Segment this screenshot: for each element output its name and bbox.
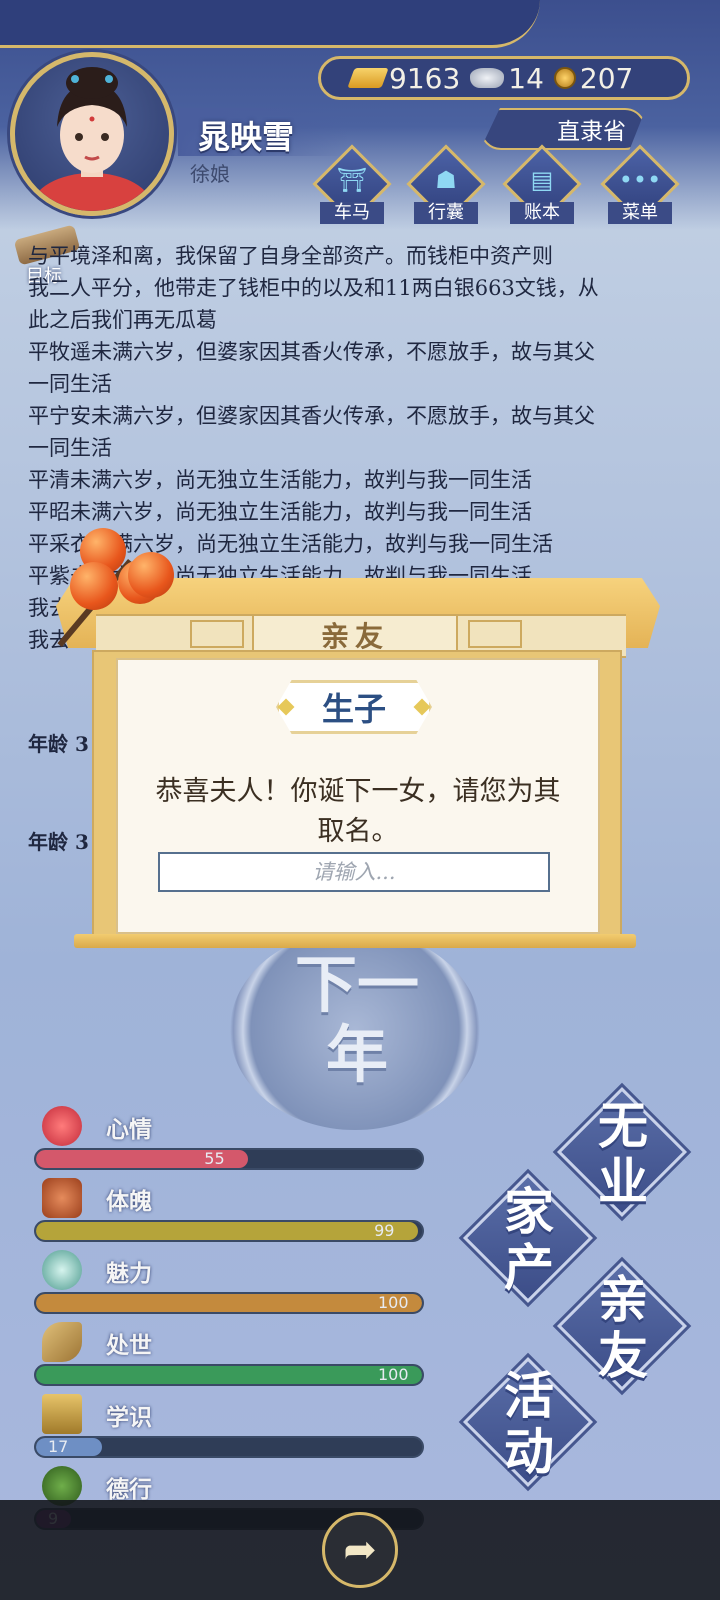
menu-bag-label: 行囊 <box>414 202 478 224</box>
books-icon <box>42 1394 82 1434</box>
stat-value: 100 <box>378 1365 409 1384</box>
character-title: 徐娘 <box>190 162 230 186</box>
relatives-label: 亲友 <box>598 1270 648 1385</box>
work-label: 无业 <box>598 1096 648 1211</box>
story-line: 平清未满六岁，尚无独立生活能力，故判与我一同生活 <box>28 468 532 492</box>
stat-name: 处世 <box>106 1332 152 1359</box>
modal-header-ornament <box>468 620 522 648</box>
stat-value: 99 <box>374 1221 395 1240</box>
character-name: 晁映雪 <box>198 118 295 156</box>
share-icon: ➦ <box>343 1527 377 1573</box>
candied-fruit-icon <box>128 552 174 598</box>
event-title: 生子 <box>321 690 386 728</box>
menu-ledger-button[interactable]: ▤ 账本 <box>502 144 582 228</box>
stat-name: 魅力 <box>106 1260 152 1287</box>
location-badge[interactable]: 直隶省 <box>480 108 646 150</box>
gold-ingot-icon <box>347 68 389 88</box>
next-year-label-bottom: 年 <box>325 1018 388 1091</box>
location-label: 直隶省 <box>557 119 626 145</box>
child-name-input[interactable] <box>158 852 550 892</box>
modal-category-label: 亲友 <box>320 620 389 653</box>
age-line: 年龄 3 <box>28 732 89 756</box>
story-line: 平牧遥未满六岁，但婆家因其香火传承，不愿放手，故与其父 <box>28 340 595 364</box>
story-line: 一同生活 <box>28 436 112 460</box>
age-line: 年龄 3 <box>28 830 89 854</box>
copper-coin-icon <box>553 67 576 89</box>
share-button[interactable]: ➦ <box>322 1512 398 1588</box>
coin-amount: 207 <box>579 61 634 95</box>
stat-fill <box>36 1366 422 1384</box>
stat-name: 德行 <box>106 1476 152 1503</box>
menu-ledger-label: 账本 <box>510 202 574 224</box>
stat-name: 心情 <box>106 1116 152 1143</box>
modal-message: 恭喜夫人！你诞下一女，请您为其 取名。 <box>126 772 590 852</box>
stat-fill <box>36 1294 422 1312</box>
ledger-icon: ▤ <box>530 166 554 194</box>
carriage-icon: ⛩ <box>336 166 368 194</box>
stat-worldliness: 处世 100 <box>34 1322 424 1392</box>
modal-message-line: 恭喜夫人！你诞下一女，请您为其 <box>155 776 561 807</box>
stat-track: 17 <box>34 1436 424 1458</box>
lantern-icon <box>42 1178 82 1218</box>
stat-name: 体魄 <box>106 1188 152 1215</box>
stat-track: 99 <box>34 1220 424 1242</box>
modal-footer-strip <box>74 934 636 948</box>
flower-icon <box>42 1106 82 1146</box>
story-line: 此之后我们再无瓜葛 <box>28 308 217 332</box>
stat-name: 学识 <box>106 1404 152 1431</box>
event-title-badge: 生子 <box>276 680 432 734</box>
activity-button[interactable]: 活动 <box>458 1352 598 1492</box>
header-cloud-decoration <box>0 0 540 48</box>
candied-fruit-icon <box>70 562 118 610</box>
menu-more-button[interactable]: ••• 菜单 <box>600 144 680 228</box>
character-avatar[interactable] <box>10 52 174 216</box>
story-line: 平昭未满六岁，尚无独立生活能力，故判与我一同生活 <box>28 500 532 524</box>
silver-ingot-icon <box>470 68 505 88</box>
next-year-label-top: 下一 <box>294 948 419 1021</box>
modal-header-ornament <box>190 620 244 648</box>
story-line: 平宁安未满六岁，但婆家因其香火传承，不愿放手，故与其父 <box>28 404 595 428</box>
stat-fill <box>36 1222 419 1240</box>
stat-track: 55 <box>34 1148 424 1170</box>
stat-value: 55 <box>204 1149 225 1168</box>
bag-icon: ☗ <box>435 166 457 194</box>
stat-charm: 魅力 100 <box>34 1250 424 1320</box>
gold-amount: 9163 <box>389 61 461 95</box>
stat-mood: 心情 55 <box>34 1106 424 1176</box>
story-line: 一同生活 <box>28 372 112 396</box>
menu-carriage-label: 车马 <box>320 202 384 224</box>
activity-label: 活动 <box>504 1366 554 1481</box>
stat-track: 100 <box>34 1292 424 1314</box>
stat-value: 17 <box>48 1437 69 1456</box>
stat-value: 100 <box>378 1293 409 1312</box>
story-line: 我二人平分，他带走了钱柜中的以及和11两白银663文钱，从 <box>28 276 599 300</box>
stat-track: 100 <box>34 1364 424 1386</box>
fan-icon <box>42 1322 82 1362</box>
menu-carriage-button[interactable]: ⛩ 车马 <box>312 144 392 228</box>
stat-knowledge: 学识 17 <box>34 1394 424 1464</box>
story-line: 与平境泽和离，我保留了自身全部资产。而钱柜中资产则 <box>28 244 553 268</box>
modal-message-line: 取名。 <box>317 816 399 847</box>
menu-bag-button[interactable]: ☗ 行囊 <box>406 144 486 228</box>
silver-amount: 14 <box>508 61 544 95</box>
resource-bar: 9163 14 207 <box>318 56 690 100</box>
next-year-label: 下一 年 <box>292 950 422 1090</box>
stat-fill <box>36 1438 102 1456</box>
menu-more-label: 菜单 <box>608 202 672 224</box>
stat-physique: 体魄 99 <box>34 1178 424 1248</box>
lady-portrait-icon <box>32 67 152 211</box>
more-icon: ••• <box>618 166 662 194</box>
jade-icon <box>42 1250 82 1290</box>
